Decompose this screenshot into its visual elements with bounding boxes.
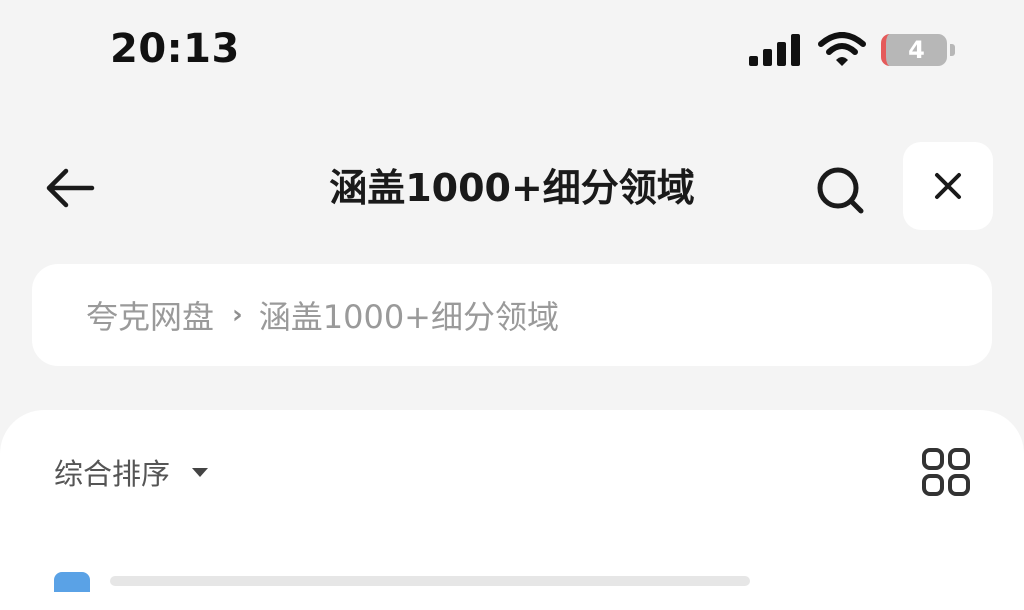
battery-icon: 4 bbox=[881, 34, 947, 66]
grid-view-icon[interactable] bbox=[920, 446, 972, 498]
back-arrow-icon bbox=[46, 168, 95, 208]
back-button[interactable] bbox=[38, 156, 102, 220]
battery-cap bbox=[950, 44, 955, 56]
search-button[interactable] bbox=[808, 158, 872, 222]
close-icon bbox=[935, 173, 961, 199]
search-icon bbox=[817, 167, 864, 214]
close-button[interactable] bbox=[903, 142, 993, 230]
list-item[interactable] bbox=[110, 576, 750, 586]
page-title: 涵盖1000+细分领域 bbox=[329, 166, 695, 210]
breadcrumb-current[interactable]: 涵盖1000+细分领域 bbox=[259, 292, 559, 338]
folder-icon[interactable] bbox=[54, 572, 90, 592]
sort-dropdown[interactable]: 综合排序 bbox=[54, 452, 209, 492]
signal-icon bbox=[749, 34, 800, 66]
sort-label: 综合排序 bbox=[54, 457, 171, 491]
battery-level: 4 bbox=[908, 36, 925, 64]
status-time: 20:13 bbox=[110, 26, 240, 72]
breadcrumb: 夸克网盘 › 涵盖1000+细分领域 bbox=[32, 264, 992, 366]
caret-down-icon bbox=[192, 467, 209, 477]
status-bar: 20:13 4 bbox=[0, 0, 1024, 100]
nav-bar: 涵盖1000+细分领域 bbox=[0, 130, 1024, 240]
breadcrumb-root[interactable]: 夸克网盘 bbox=[86, 292, 214, 338]
wifi-icon bbox=[818, 32, 866, 66]
file-list-card: 综合排序 bbox=[0, 410, 1024, 610]
breadcrumb-separator: › bbox=[232, 300, 243, 330]
